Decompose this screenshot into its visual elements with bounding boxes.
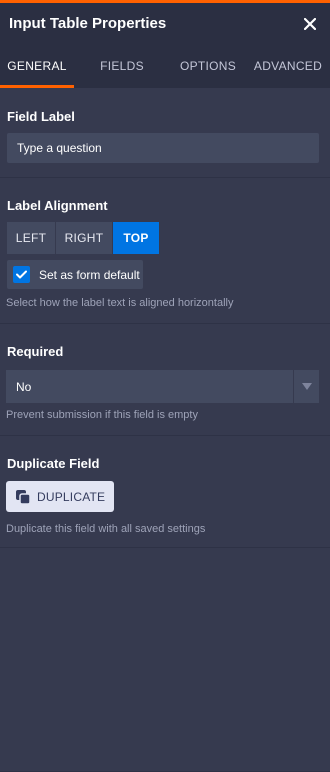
align-right-button[interactable]: RIGHT [56, 222, 112, 254]
close-button[interactable] [300, 14, 320, 34]
align-top-button[interactable]: TOP [113, 222, 159, 254]
checkmark-icon [16, 270, 27, 279]
required-value: No [16, 380, 32, 394]
duplicate-help: Duplicate this field with all saved sett… [6, 523, 206, 535]
close-icon [304, 18, 316, 30]
duplicate-icon [16, 489, 31, 505]
required-title: Required [7, 344, 64, 359]
set-default-checkbox-row[interactable]: Set as form default [7, 260, 143, 289]
label-alignment-help: Select how the label text is aligned hor… [6, 297, 234, 309]
set-default-label: Set as form default [39, 267, 140, 282]
panel-title: Input Table Properties [9, 15, 167, 32]
field-label-value: Type a question [17, 141, 102, 155]
panel-header: Input Table Properties [0, 3, 330, 44]
duplicate-button-label: DUPLICATE [37, 489, 106, 504]
tab-bar: GENERAL FIELDS OPTIONS ADVANCED [0, 44, 330, 88]
chevron-down-icon [301, 383, 312, 390]
align-left-button[interactable]: LEFT [7, 222, 55, 254]
required-help: Prevent submission if this field is empt… [6, 409, 198, 421]
required-dropdown-toggle[interactable] [293, 370, 319, 403]
field-label-input[interactable]: Type a question [7, 133, 319, 163]
set-default-checkbox[interactable] [13, 266, 30, 283]
tab-fields[interactable]: FIELDS [74, 44, 170, 88]
tab-general[interactable]: GENERAL [0, 44, 74, 88]
label-alignment-title: Label Alignment [7, 198, 108, 213]
duplicate-title: Duplicate Field [7, 456, 100, 471]
required-select[interactable]: No [6, 370, 319, 403]
tab-options[interactable]: OPTIONS [170, 44, 246, 88]
tab-advanced[interactable]: ADVANCED [246, 44, 330, 88]
field-label-title: Field Label [7, 109, 75, 124]
duplicate-button[interactable]: DUPLICATE [6, 481, 114, 512]
